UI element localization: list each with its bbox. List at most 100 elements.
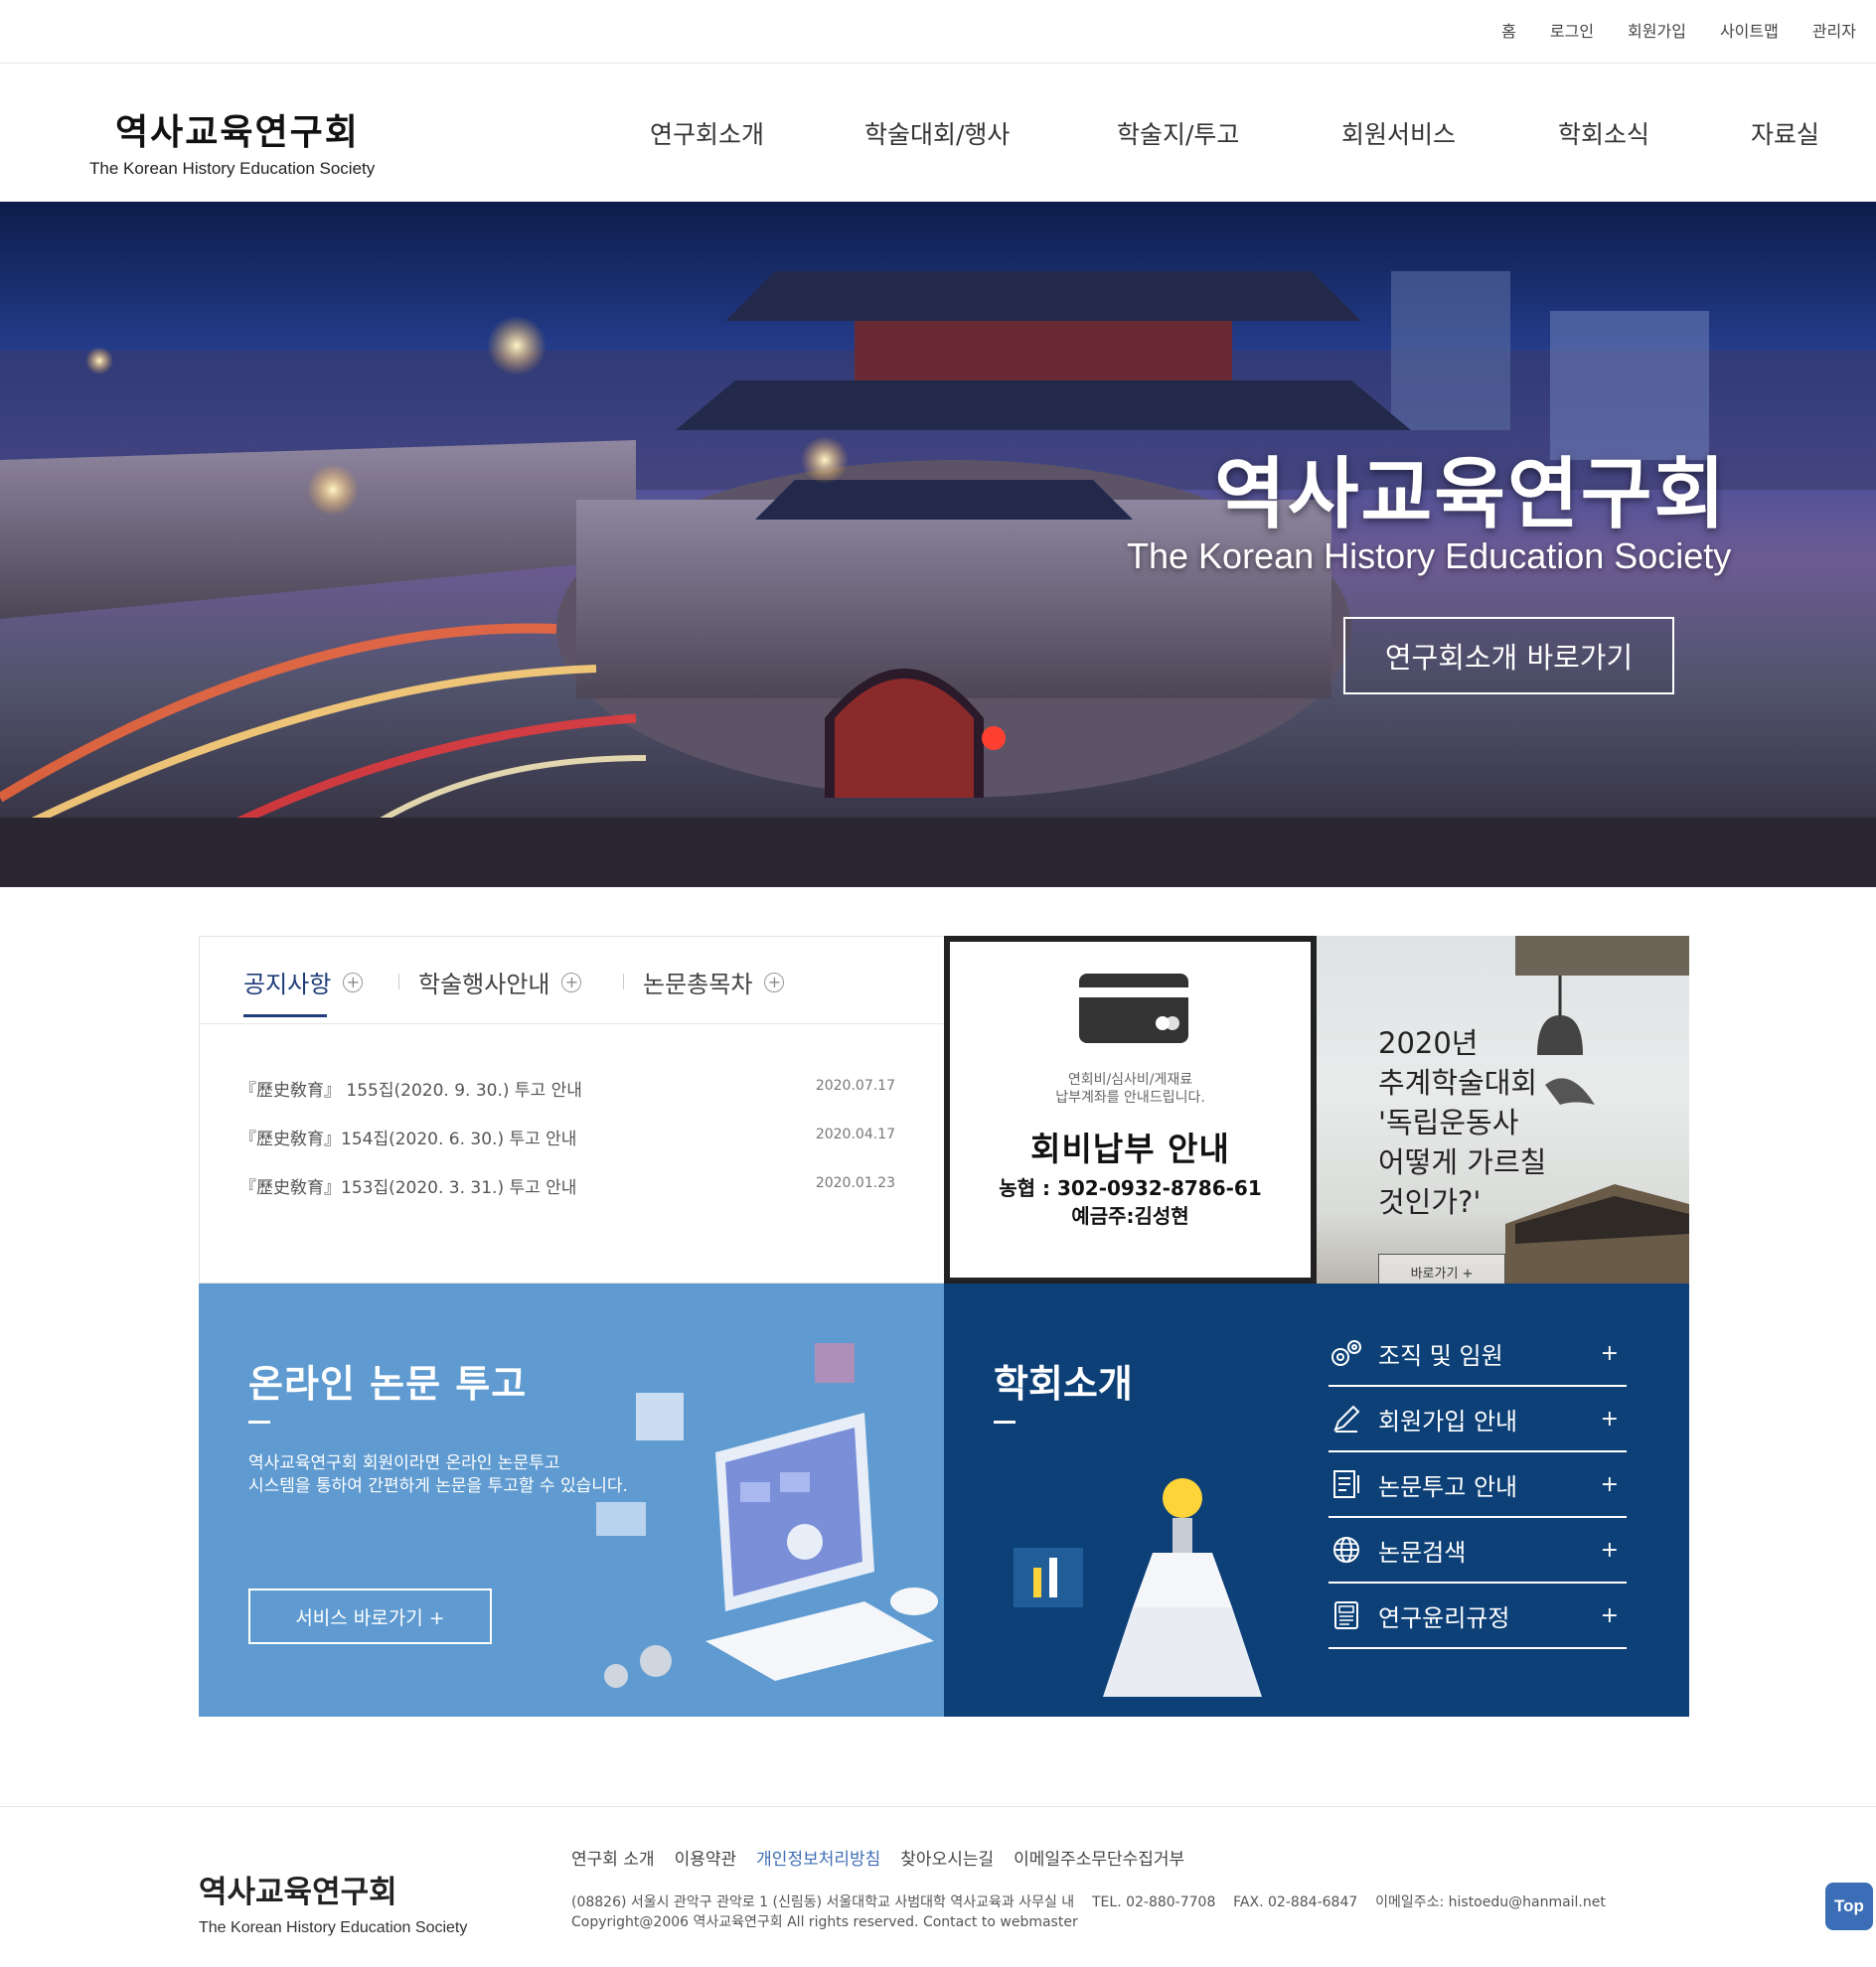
society-item-organization[interactable]: 조직 및 임원 + <box>1329 1321 1627 1387</box>
tab-events-label: 학술행사안내 <box>418 971 550 998</box>
site-header: 역사교육연구회 The Korean History Education Soc… <box>0 64 1876 202</box>
fee-payment-panel[interactable]: 연회비/심사비/게재료 납부계좌를 안내드립니다. 회비납부 안내 농협 : 3… <box>944 936 1317 1284</box>
notice-panel: 공지사항 + 학술행사안내 + 논문총목차 + 『歷史敎育』 155집(2020… <box>199 936 945 1284</box>
society-item-label: 연구윤리규정 <box>1378 1603 1510 1632</box>
footer-link-email-policy[interactable]: 이메일주소무단수집거부 <box>1014 1845 1184 1870</box>
lightbulb-pyramid-illustration <box>1014 1478 1262 1697</box>
fee-description: 연회비/심사비/게재료 납부계좌를 안내드립니다. <box>950 1071 1311 1107</box>
conference-line: 것인가?' <box>1378 1185 1482 1219</box>
footer-link-privacy[interactable]: 개인정보처리방침 <box>756 1845 880 1870</box>
society-item-label: 조직 및 임원 <box>1378 1341 1503 1370</box>
title-underline <box>248 1421 270 1424</box>
title-underline <box>994 1421 1016 1424</box>
plus-icon: + <box>1600 1537 1619 1563</box>
utility-menu: 홈 로그인 회원가입 사이트맵 관리자 <box>1501 18 1856 42</box>
society-item-search[interactable]: 논문검색 + <box>1329 1518 1627 1584</box>
document-icon <box>1329 1466 1364 1502</box>
service-go-button[interactable]: 서비스 바로가기 + <box>248 1589 492 1644</box>
plus-circle-icon[interactable]: + <box>764 972 785 992</box>
tab-divider <box>623 974 624 989</box>
footer-logo-korean: 역사교육연구회 <box>199 1875 397 1910</box>
notice-tabs: 공지사항 + 학술행사안내 + 논문총목차 + <box>200 937 945 1024</box>
notice-date: 2020.04.17 <box>815 1127 895 1142</box>
plus-icon: + <box>1600 1406 1619 1432</box>
hero-title: 역사교육연구회 <box>1214 450 1728 539</box>
conference-line: 추계학술대회 <box>1378 1066 1538 1100</box>
gears-icon <box>1329 1335 1364 1371</box>
nav-item-member[interactable]: 회원서비스 <box>1341 115 1456 151</box>
nav-item-news[interactable]: 학회소식 <box>1558 115 1649 151</box>
online-title: 온라인 논문 투고 <box>248 1362 528 1406</box>
notice-list: 『歷史敎育』 155집(2020. 9. 30.) 투고 안내 2020.07.… <box>239 1076 895 1222</box>
footer-link-terms[interactable]: 이용약관 <box>675 1845 737 1870</box>
conference-line: '독립운동사 <box>1378 1106 1519 1139</box>
computer-illustration <box>596 1343 938 1688</box>
list-item[interactable]: 『歷史敎育』153집(2020. 3. 31.) 투고 안내 2020.01.2… <box>239 1173 895 1222</box>
society-item-join[interactable]: 회원가입 안내 + <box>1329 1387 1627 1452</box>
tab-notice-label: 공지사항 <box>243 971 332 998</box>
notice-date: 2020.07.17 <box>815 1078 895 1094</box>
util-join-link[interactable]: 회원가입 <box>1628 18 1686 42</box>
tab-notice[interactable]: 공지사항 + <box>243 965 364 1017</box>
footer-address: (08826) 서울시 관악구 관악로 1 (신림동) 서울대학교 사범대학 역… <box>571 1894 1606 1910</box>
footer-logo[interactable]: 역사교육연구회 The Korean History Education Soc… <box>199 1867 467 1937</box>
fee-account-holder: 예금주:김성현 <box>1071 1204 1189 1228</box>
util-admin-link[interactable]: 관리자 <box>1812 18 1856 42</box>
fee-description-line: 연회비/심사비/게재료 <box>1067 1072 1193 1088</box>
plus-circle-icon[interactable]: + <box>561 972 582 992</box>
society-item-label: 회원가입 안내 <box>1378 1407 1518 1436</box>
notice-title[interactable]: 『歷史敎育』 155집(2020. 9. 30.) 투고 안내 <box>239 1076 582 1101</box>
util-login-link[interactable]: 로그인 <box>1550 18 1594 42</box>
conference-line: 어떻게 가르칠 <box>1378 1145 1547 1179</box>
society-item-ethics[interactable]: 연구윤리규정 + <box>1329 1584 1627 1649</box>
fee-account-number: 농협 : 302-0932-8786-61 <box>999 1176 1262 1200</box>
tab-contents-label: 논문총목차 <box>643 971 753 998</box>
globe-icon <box>1329 1532 1364 1568</box>
society-item-label: 논문투고 안내 <box>1378 1472 1518 1501</box>
footer-link-about[interactable]: 연구회 소개 <box>571 1845 655 1870</box>
conference-go-button[interactable]: 바로가기 + <box>1378 1254 1505 1284</box>
society-intro-panel: 학회소개 조직 및 임원 + 회원가입 안내 + 논문투고 안내 + 논문검색 … <box>944 1284 1689 1717</box>
pencil-icon <box>1329 1401 1364 1437</box>
nav-item-conference[interactable]: 학술대회/행사 <box>864 115 1010 151</box>
hero-subtitle: The Korean History Education Society <box>1127 535 1732 576</box>
tab-divider <box>398 974 399 989</box>
plus-icon: + <box>1600 1340 1619 1366</box>
nav-item-about[interactable]: 연구회소개 <box>650 115 764 151</box>
tab-events[interactable]: 학술행사안내 + <box>418 965 582 999</box>
main-nav: 연구회소개 학술대회/행사 학술지/투고 회원서비스 학회소식 자료실 <box>0 115 1876 155</box>
credit-card-icon <box>1079 974 1188 1043</box>
site-footer: 역사교육연구회 The Korean History Education Soc… <box>0 1806 1876 1967</box>
notice-date: 2020.01.23 <box>815 1175 895 1191</box>
scroll-top-button[interactable]: Top <box>1825 1883 1873 1930</box>
plus-circle-icon[interactable]: + <box>343 972 364 992</box>
footer-info: (08826) 서울시 관악구 관악로 1 (신림동) 서울대학교 사범대학 역… <box>571 1892 1606 1932</box>
fee-account: 농협 : 302-0932-8786-61 예금주:김성현 <box>950 1174 1311 1230</box>
hero-banner: 역사교육연구회 The Korean History Education Soc… <box>0 202 1876 887</box>
list-item[interactable]: 『歷史敎育』 155집(2020. 9. 30.) 투고 안내 2020.07.… <box>239 1076 895 1125</box>
nav-item-archive[interactable]: 자료실 <box>1751 115 1819 151</box>
notice-title[interactable]: 『歷史敎育』154집(2020. 6. 30.) 투고 안내 <box>239 1125 576 1149</box>
conference-text: 2020년 추계학술대회 '독립운동사 어떻게 가르칠 것인가?' <box>1378 1023 1607 1222</box>
plus-icon: + <box>1600 1471 1619 1497</box>
hero-about-button[interactable]: 연구회소개 바로가기 <box>1343 617 1674 694</box>
fee-title: 회비납부 안내 <box>1030 1130 1230 1168</box>
conference-line: 2020년 <box>1378 1026 1479 1060</box>
society-item-submission[interactable]: 논문투고 안내 + <box>1329 1452 1627 1518</box>
footer-link-directions[interactable]: 찾아오시는길 <box>900 1845 994 1870</box>
util-home-link[interactable]: 홈 <box>1501 18 1516 42</box>
society-menu: 조직 및 임원 + 회원가입 안내 + 논문투고 안내 + 논문검색 + 연구윤… <box>1329 1321 1627 1649</box>
newspaper-icon <box>1329 1597 1364 1633</box>
footer-links: 연구회 소개 이용약관 개인정보처리방침 찾아오시는길 이메일주소무단수집거부 <box>571 1845 1184 1870</box>
online-submission-panel: 온라인 논문 투고 역사교육연구회 회원이라면 온라인 논문투고 시스템을 통하… <box>199 1284 944 1717</box>
nav-item-journal[interactable]: 학술지/투고 <box>1117 115 1239 151</box>
utility-bar: 홈 로그인 회원가입 사이트맵 관리자 <box>0 0 1876 64</box>
list-item[interactable]: 『歷史敎育』154집(2020. 6. 30.) 투고 안내 2020.04.1… <box>239 1125 895 1173</box>
tab-contents[interactable]: 논문총목차 + <box>643 965 785 999</box>
footer-logo-english: The Korean History Education Society <box>199 1919 468 1936</box>
conference-banner[interactable]: 2020년 추계학술대회 '독립운동사 어떻게 가르칠 것인가?' 바로가기 + <box>1317 936 1689 1284</box>
logo-english: The Korean History Education Society <box>89 159 376 178</box>
util-sitemap-link[interactable]: 사이트맵 <box>1720 18 1779 42</box>
notice-title[interactable]: 『歷史敎育』153집(2020. 3. 31.) 투고 안내 <box>239 1173 576 1198</box>
fee-description-line: 납부계좌를 안내드립니다. <box>1055 1090 1205 1106</box>
